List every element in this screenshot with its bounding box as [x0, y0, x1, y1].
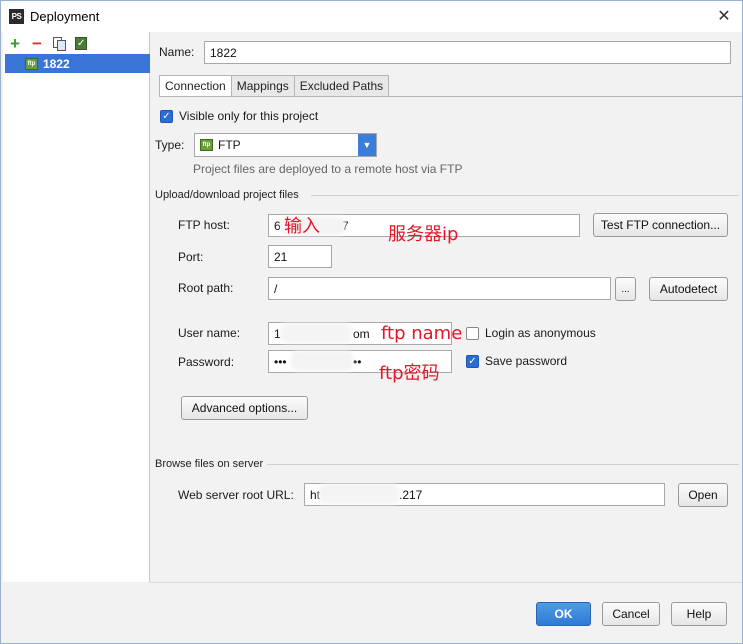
ftp-host-value: 6 — [274, 218, 281, 233]
tab-excluded-paths[interactable]: Excluded Paths — [293, 75, 390, 97]
port-label: Port: — [178, 250, 204, 264]
name-field[interactable]: 1822 — [204, 41, 731, 64]
username-value: 1 — [274, 326, 281, 341]
server-list-panel: + − ✓ ftp 1822 — [3, 32, 150, 582]
annotation-ftp-password: ftp密码 — [379, 363, 440, 384]
ftp-icon: ftp — [25, 57, 38, 70]
password-value-tail: •• — [353, 354, 362, 369]
close-icon[interactable]: ✕ — [712, 5, 736, 27]
redaction-mask — [281, 323, 351, 343]
login-anonymous-label: Login as anonymous — [485, 326, 596, 340]
deployment-dialog: PS Deployment ✕ + − ✓ ftp 1822 Name: 182… — [0, 0, 743, 644]
advanced-options-button[interactable]: Advanced options... — [181, 396, 308, 420]
redaction-mask — [291, 351, 353, 371]
annotation-input: 输入 — [284, 216, 320, 237]
ftp-icon: ftp — [200, 139, 213, 151]
phpstorm-app-icon: PS — [9, 9, 24, 24]
test-ftp-connection-button[interactable]: Test FTP connection... — [593, 213, 728, 237]
help-button[interactable]: Help — [671, 602, 727, 626]
upload-section-title: Upload/download project files — [155, 189, 299, 201]
browse-root-path-button[interactable]: ... — [615, 277, 636, 301]
type-value: FTP — [218, 138, 241, 152]
type-select[interactable]: ftp FTP ▼ — [194, 133, 377, 157]
web-url-label: Web server root URL: — [178, 488, 294, 502]
redaction-mask — [319, 484, 399, 504]
port-field[interactable]: 21 — [268, 245, 332, 268]
copy-server-icon[interactable] — [51, 36, 67, 52]
annotation-ftp-name: ftp name — [381, 323, 463, 344]
autodetect-button[interactable]: Autodetect — [649, 277, 728, 301]
browse-section-title: Browse files on server — [155, 458, 264, 470]
cancel-button[interactable]: Cancel — [602, 602, 660, 626]
username-value-tail: om — [353, 326, 370, 341]
chevron-down-icon[interactable]: ▼ — [358, 134, 376, 156]
tab-connection[interactable]: Connection — [159, 75, 231, 97]
root-path-field[interactable]: / — [268, 277, 611, 300]
open-button[interactable]: Open — [678, 483, 728, 507]
server-list-item[interactable]: ftp 1822 — [5, 54, 150, 73]
type-hint: Project files are deployed to a remote h… — [193, 162, 463, 176]
annotation-server-ip: 服务器ip — [388, 224, 459, 245]
ok-button[interactable]: OK — [536, 602, 591, 626]
password-value: ••• — [274, 354, 287, 369]
upload-section-divider — [311, 195, 739, 196]
type-label: Type: — [155, 138, 185, 152]
visible-only-label: Visible only for this project — [179, 109, 319, 123]
root-path-label: Root path: — [178, 281, 234, 295]
visible-only-checkbox[interactable]: ✓ — [160, 110, 173, 123]
set-default-server-icon[interactable]: ✓ — [73, 36, 89, 52]
login-anonymous-checkbox[interactable] — [466, 327, 479, 340]
browse-section-divider — [267, 464, 739, 465]
server-list-toolbar: + − ✓ — [7, 34, 89, 54]
username-label: User name: — [178, 326, 241, 340]
settings-tabs: Connection Mappings Excluded Paths — [159, 75, 390, 97]
save-password-checkbox[interactable]: ✓ — [466, 355, 479, 368]
title-bar: PS Deployment ✕ — [1, 1, 742, 32]
password-label: Password: — [178, 355, 235, 369]
web-url-value-tail: .217 — [399, 487, 423, 502]
window-title: Deployment — [30, 9, 100, 24]
add-server-icon[interactable]: + — [7, 34, 23, 53]
footer-divider — [150, 582, 742, 583]
ftp-host-label: FTP host: — [178, 218, 230, 232]
name-label: Name: — [159, 45, 195, 59]
save-password-label: Save password — [485, 354, 568, 368]
tab-mappings[interactable]: Mappings — [230, 75, 294, 97]
remove-server-icon[interactable]: − — [29, 34, 45, 53]
tab-divider — [159, 96, 742, 97]
server-item-label: 1822 — [43, 56, 70, 71]
